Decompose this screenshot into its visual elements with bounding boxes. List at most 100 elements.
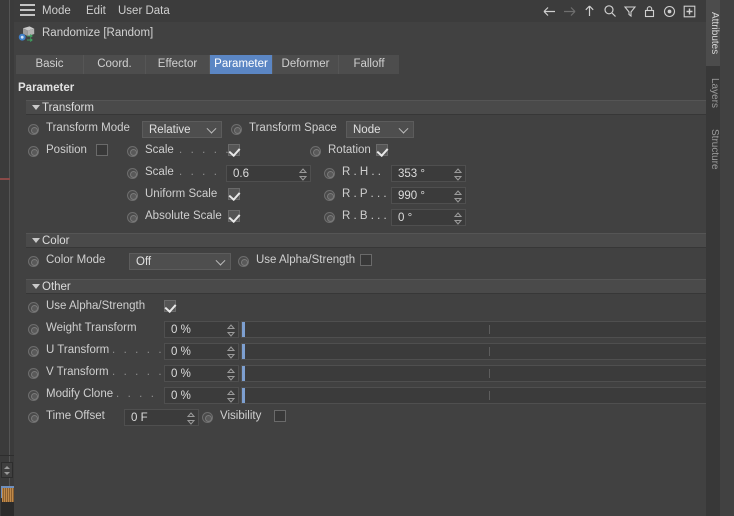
side-tab-layers[interactable]: Layers — [706, 70, 720, 116]
keyframe-dot-transform-space[interactable] — [231, 124, 242, 135]
label-time-offset: Time Offset — [46, 410, 105, 422]
keyframe-dot-scale-value[interactable] — [127, 168, 138, 179]
back-arrow-icon[interactable] — [541, 3, 558, 20]
chevron-down-icon — [206, 123, 217, 134]
input-scale-value[interactable]: 0.6 — [226, 165, 311, 182]
label-modify-clone: Modify Clone — [46, 388, 114, 400]
left-preview-thumbnail[interactable] — [1, 486, 15, 516]
keyframe-dot-rot-p[interactable] — [324, 190, 335, 201]
input-rot-p[interactable]: 990 ° — [391, 187, 466, 204]
label-transform-mode: Transform Mode — [46, 122, 130, 134]
forward-arrow-icon[interactable] — [561, 3, 578, 20]
keyframe-dot-absolute-scale[interactable] — [127, 212, 138, 223]
add-icon[interactable] — [681, 3, 698, 20]
input-v-transform[interactable]: 0 % — [164, 365, 239, 382]
slider-u-transform[interactable] — [241, 343, 716, 360]
dropdown-color-mode[interactable]: Off — [129, 253, 231, 270]
menu-item-edit[interactable]: Edit — [86, 4, 106, 18]
keyframe-dot-color-mode[interactable] — [28, 256, 39, 267]
keyframe-dot-rot-b[interactable] — [324, 212, 335, 223]
checkbox-absolute-scale[interactable] — [228, 210, 240, 222]
keyframe-dot-rot-h[interactable] — [324, 168, 335, 179]
tab-falloff[interactable]: Falloff — [339, 55, 399, 74]
side-tab-bar: Attributes Layers Structure — [706, 0, 720, 516]
input-modify-clone[interactable]: 0 % — [164, 387, 239, 404]
checkbox-position[interactable] — [96, 144, 108, 156]
up-arrow-icon[interactable] — [581, 3, 598, 20]
keyframe-dot-rotation[interactable] — [310, 146, 321, 157]
stepper-u-transform[interactable] — [226, 346, 236, 359]
keyframe-dot-color-use-alpha[interactable] — [238, 256, 249, 267]
tab-deformer[interactable]: Deformer — [273, 55, 339, 74]
stepper-rot-b[interactable] — [453, 212, 463, 225]
left-mini-stepper[interactable] — [1, 462, 13, 478]
checkbox-scale-toggle[interactable] — [228, 144, 240, 156]
keyframe-dot-other-use-alpha[interactable] — [28, 302, 39, 313]
stepper-rot-h[interactable] — [453, 168, 463, 181]
slider-tick-u-transform — [489, 347, 490, 356]
slider-modify-clone[interactable] — [241, 387, 716, 404]
stepper-scale-value[interactable] — [298, 168, 308, 181]
input-u-transform[interactable]: 0 % — [164, 343, 239, 360]
input-v-transform-text: 0 % — [171, 368, 191, 380]
slider-weight-transform[interactable] — [241, 321, 716, 338]
checkbox-other-use-alpha[interactable] — [164, 300, 176, 312]
leader-dots-u-transform: . . . . . — [112, 344, 165, 356]
group-header-color[interactable]: Color — [26, 233, 718, 248]
tab-coord[interactable]: Coord. — [84, 55, 146, 74]
stepper-rot-p[interactable] — [453, 190, 463, 203]
side-tab-attributes[interactable]: Attributes — [706, 0, 720, 66]
menu-item-mode[interactable]: Mode — [42, 4, 71, 18]
dropdown-transform-space[interactable]: Node — [346, 121, 414, 138]
keyframe-dot-weight-transform[interactable] — [28, 324, 39, 335]
keyframe-dot-time-offset[interactable] — [28, 412, 39, 423]
target-icon[interactable] — [661, 3, 678, 20]
lock-icon[interactable] — [641, 3, 658, 20]
slider-tick-v-transform — [489, 369, 490, 378]
label-v-transform: V Transform — [46, 366, 109, 378]
hamburger-menu-icon[interactable] — [20, 4, 35, 17]
slider-handle-u-transform[interactable] — [242, 344, 245, 359]
slider-handle-weight-transform[interactable] — [242, 322, 245, 337]
keyframe-dot-transform-mode[interactable] — [28, 124, 39, 135]
page-title: Parameter — [18, 82, 75, 94]
slider-v-transform[interactable] — [241, 365, 716, 382]
menu-item-user-data[interactable]: User Data — [118, 4, 170, 18]
stepper-time-offset[interactable] — [186, 412, 196, 425]
input-weight-transform[interactable]: 0 % — [164, 321, 239, 338]
filter-icon[interactable] — [621, 3, 638, 20]
object-header-row: Randomize [Random] — [14, 22, 720, 46]
input-rot-b[interactable]: 0 ° — [391, 209, 466, 226]
group-header-other[interactable]: Other — [26, 279, 718, 294]
stepper-v-transform[interactable] — [226, 368, 236, 381]
keyframe-dot-position[interactable] — [28, 146, 39, 157]
checkbox-color-use-alpha[interactable] — [360, 254, 372, 266]
stepper-modify-clone[interactable] — [226, 390, 236, 403]
left-edge-strip — [0, 0, 15, 516]
search-icon[interactable] — [601, 3, 618, 20]
input-rot-h[interactable]: 353 ° — [391, 165, 466, 182]
keyframe-dot-modify-clone[interactable] — [28, 390, 39, 401]
dropdown-transform-mode[interactable]: Relative — [142, 121, 222, 138]
keyframe-dot-uniform-scale[interactable] — [127, 190, 138, 201]
keyframe-dot-scale-toggle[interactable] — [127, 146, 138, 157]
stepper-weight-transform[interactable] — [226, 324, 236, 337]
keyframe-dot-visibility[interactable] — [202, 412, 213, 423]
checkbox-rotation[interactable] — [376, 144, 388, 156]
tab-effector[interactable]: Effector — [146, 55, 210, 74]
keyframe-dot-v-transform[interactable] — [28, 368, 39, 379]
checkbox-uniform-scale[interactable] — [228, 188, 240, 200]
keyframe-dot-u-transform[interactable] — [28, 346, 39, 357]
group-header-transform[interactable]: Transform — [26, 100, 718, 115]
slider-tick-modify-clone — [489, 391, 490, 400]
slider-handle-modify-clone[interactable] — [242, 388, 245, 403]
chevron-down-icon — [32, 105, 40, 110]
slider-handle-v-transform[interactable] — [242, 366, 245, 381]
side-tab-structure[interactable]: Structure — [706, 120, 720, 178]
input-time-offset[interactable]: 0 F — [124, 409, 199, 426]
checkbox-visibility[interactable] — [274, 410, 286, 422]
tab-basic[interactable]: Basic — [16, 55, 84, 74]
chevron-down-icon — [398, 123, 409, 134]
label-uniform-scale: Uniform Scale — [145, 188, 218, 200]
tab-parameter[interactable]: Parameter — [210, 55, 273, 74]
